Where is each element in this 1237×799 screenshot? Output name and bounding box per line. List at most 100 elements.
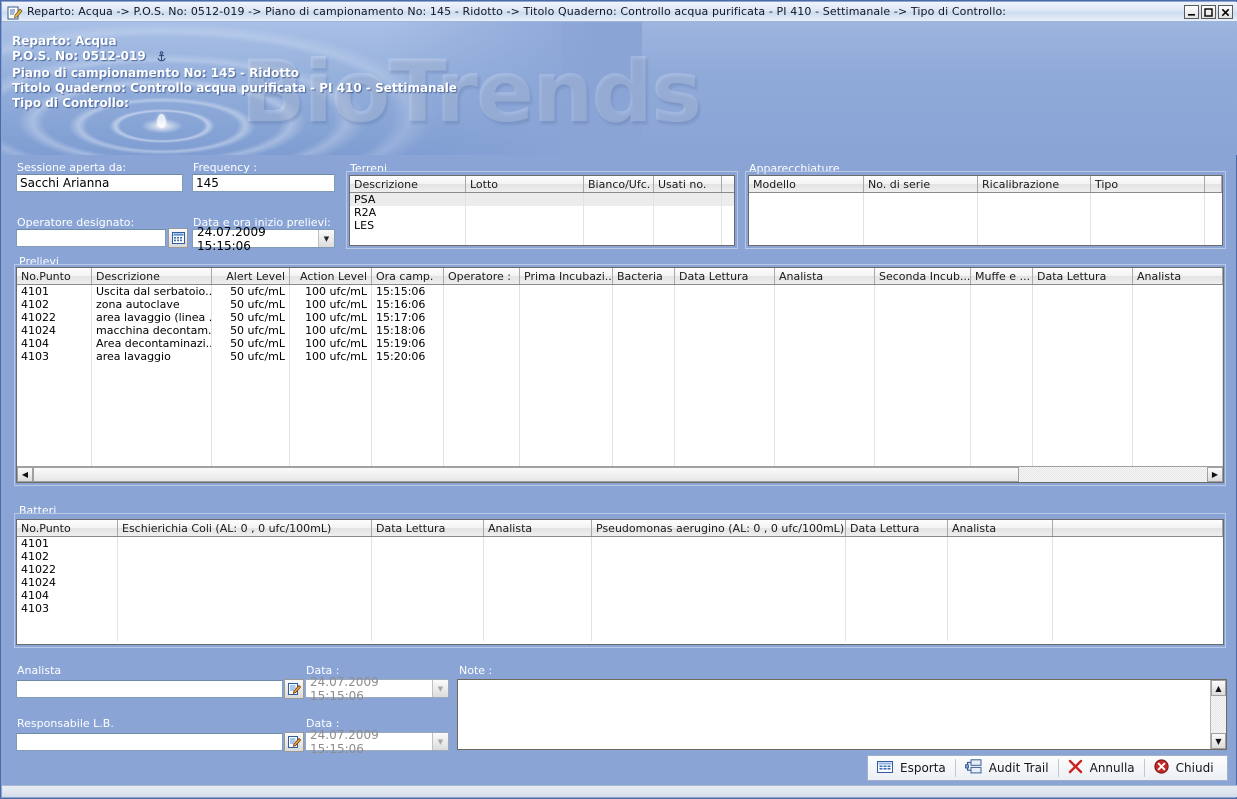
table-row[interactable]: 4102 [17, 550, 1223, 563]
apparecchiature-col-blank[interactable] [1205, 176, 1222, 192]
batteri-col-analista-2[interactable]: Analista [948, 520, 1053, 536]
annulla-button[interactable]: Annulla [1059, 756, 1144, 780]
table-row[interactable]: 41024 macchina decontam... 50 ufc/mL 100… [17, 324, 1223, 337]
frequency-input[interactable] [192, 174, 335, 192]
responsabile-input[interactable] [16, 733, 283, 751]
sessione-aperta-da-input[interactable] [16, 174, 183, 192]
table-row[interactable]: 41024 [17, 576, 1223, 589]
terreni-col-usati[interactable]: Usati no. [654, 176, 722, 192]
table-row[interactable]: 4103 area lavaggio 50 ufc/mL 100 ufc/mL … [17, 350, 1223, 363]
prelievi-col-bacteria[interactable]: Bacteria [613, 268, 675, 284]
batteri-col-data-lettura-2[interactable]: Data Lettura [846, 520, 948, 536]
table-row[interactable] [17, 415, 1223, 428]
prelievi-col-no-punto[interactable]: No.Punto [17, 268, 92, 284]
data-ora-inizio-combo[interactable]: 24.07.2009 15:15:06 ▼ [192, 225, 335, 253]
esporta-button[interactable]: Esporta [868, 756, 955, 780]
table-row[interactable] [749, 206, 1222, 219]
apparecchiature-col-tipo[interactable]: Tipo [1091, 176, 1205, 192]
batteri-grid[interactable]: No.Punto Eschierichia Coli (AL: 0 , 0 uf… [16, 519, 1224, 645]
operatore-picker-button[interactable] [168, 228, 188, 248]
chevron-down-icon[interactable]: ▼ [432, 680, 448, 697]
terreni-col-blank[interactable] [722, 176, 734, 192]
prelievi-cell-ora-camp: 15:18:06 [372, 324, 444, 337]
table-row[interactable] [350, 232, 734, 245]
table-row[interactable]: R2A [350, 206, 734, 219]
table-row[interactable] [17, 615, 1223, 628]
table-row[interactable] [749, 193, 1222, 206]
table-row[interactable]: 4101 Uscita dal serbatoio... 50 ufc/mL 1… [17, 285, 1223, 298]
batteri-col-pseudomonas[interactable]: Pseudomonas aerugino (AL: 0 , 0 ufc/100m… [592, 520, 846, 536]
scroll-up-arrow[interactable]: ▲ [1211, 680, 1226, 696]
table-row[interactable]: PSA [350, 193, 734, 206]
table-row[interactable] [17, 428, 1223, 441]
prelievi-cell-analista-1 [775, 350, 875, 363]
prelievi-col-prima-incubazione[interactable]: Prima Incubazi... [520, 268, 613, 284]
table-row[interactable] [17, 363, 1223, 376]
prelievi-col-analista-2[interactable]: Analista [1133, 268, 1223, 284]
prelievi-col-ora-camp[interactable]: Ora camp. [372, 268, 444, 284]
prelievi-horizontal-scrollbar[interactable]: ◀ ▶ [17, 466, 1223, 482]
terreni-col-bianco[interactable]: Bianco/Ufc. [584, 176, 654, 192]
batteri-col-data-lettura-1[interactable]: Data Lettura [372, 520, 484, 536]
table-row[interactable] [17, 402, 1223, 415]
scroll-down-arrow[interactable]: ▼ [1211, 733, 1226, 749]
apparecchiature-grid[interactable]: Modello No. di serie Ricalibrazione Tipo [748, 175, 1223, 246]
table-row[interactable]: 4102 zona autoclave 50 ufc/mL 100 ufc/mL… [17, 298, 1223, 311]
prelievi-col-data-lettura-2[interactable]: Data Lettura [1033, 268, 1133, 284]
terreni-grid[interactable]: Descrizione Lotto Bianco/Ufc. Usati no. … [349, 175, 735, 246]
batteri-cell-eschierichia-coli [118, 563, 372, 576]
scroll-right-arrow[interactable]: ▶ [1207, 467, 1223, 482]
audit-trail-button[interactable]: Audit Trail [956, 756, 1058, 780]
table-row[interactable]: 41022 [17, 563, 1223, 576]
prelievi-grid[interactable]: No.Punto Descrizione Alert Level Action … [16, 267, 1224, 483]
table-row[interactable] [17, 628, 1223, 641]
table-row[interactable]: 4103 [17, 602, 1223, 615]
apparecchiature-cell-serie [864, 232, 978, 245]
terreni-col-lotto[interactable]: Lotto [466, 176, 584, 192]
apparecchiature-col-serie[interactable]: No. di serie [864, 176, 978, 192]
batteri-col-analista-1[interactable]: Analista [484, 520, 592, 536]
analista-data-combo[interactable]: 24.07.2009 15:15:06 ▼ [305, 675, 449, 703]
scrollbar-track[interactable] [1019, 467, 1207, 482]
table-row[interactable]: 41022 area lavaggio (linea ... 50 ufc/mL… [17, 311, 1223, 324]
table-row[interactable] [749, 219, 1222, 232]
batteri-col-no-punto[interactable]: No.Punto [17, 520, 118, 536]
prelievi-col-data-lettura-1[interactable]: Data Lettura [675, 268, 775, 284]
table-row[interactable]: 4104 Area decontaminazi... 50 ufc/mL 100… [17, 337, 1223, 350]
table-row[interactable] [17, 441, 1223, 454]
operatore-designato-input[interactable] [16, 229, 166, 247]
table-row[interactable]: 4104 [17, 589, 1223, 602]
table-row[interactable] [17, 376, 1223, 389]
close-button[interactable] [1218, 5, 1233, 19]
table-row[interactable]: LES [350, 219, 734, 232]
chevron-down-icon[interactable]: ▼ [318, 230, 334, 247]
apparecchiature-col-modello[interactable]: Modello [749, 176, 864, 192]
responsabile-sign-button[interactable] [284, 732, 304, 752]
note-textarea[interactable]: ▲ ▼ [457, 679, 1227, 750]
prelievi-col-descrizione[interactable]: Descrizione [92, 268, 212, 284]
prelievi-col-operatore[interactable]: Operatore : [444, 268, 520, 284]
prelievi-col-analista-1[interactable]: Analista [775, 268, 875, 284]
chiudi-button[interactable]: Chiudi [1145, 756, 1223, 780]
minimize-button[interactable] [1184, 5, 1199, 19]
prelievi-col-alert-level[interactable]: Alert Level [212, 268, 290, 284]
batteri-col-blank[interactable] [1053, 520, 1223, 536]
note-vertical-scrollbar[interactable]: ▲ ▼ [1210, 680, 1226, 749]
table-row[interactable]: 4101 [17, 537, 1223, 550]
prelievi-col-seconda-incubazione[interactable]: Seconda Incub... [875, 268, 971, 284]
responsabile-data-combo[interactable]: 24.07.2009 15:15:06 ▼ [305, 728, 449, 756]
scrollbar-thumb[interactable] [33, 467, 1019, 482]
chevron-down-icon[interactable]: ▼ [432, 733, 448, 750]
maximize-button[interactable] [1201, 5, 1216, 19]
apparecchiature-col-ricalibrazione[interactable]: Ricalibrazione [978, 176, 1091, 192]
table-row[interactable] [17, 389, 1223, 402]
table-row[interactable] [749, 232, 1222, 245]
analista-sign-button[interactable] [284, 679, 304, 699]
prelievi-col-action-level[interactable]: Action Level [290, 268, 372, 284]
terreni-col-descrizione[interactable]: Descrizione [350, 176, 466, 192]
prelievi-cell-no-punto: 4102 [17, 298, 92, 311]
analista-input[interactable] [16, 680, 283, 698]
batteri-col-eschierichia-coli[interactable]: Eschierichia Coli (AL: 0 , 0 ufc/100mL) [118, 520, 372, 536]
scroll-left-arrow[interactable]: ◀ [17, 467, 33, 482]
prelievi-col-muffe[interactable]: Muffe e ... [971, 268, 1033, 284]
